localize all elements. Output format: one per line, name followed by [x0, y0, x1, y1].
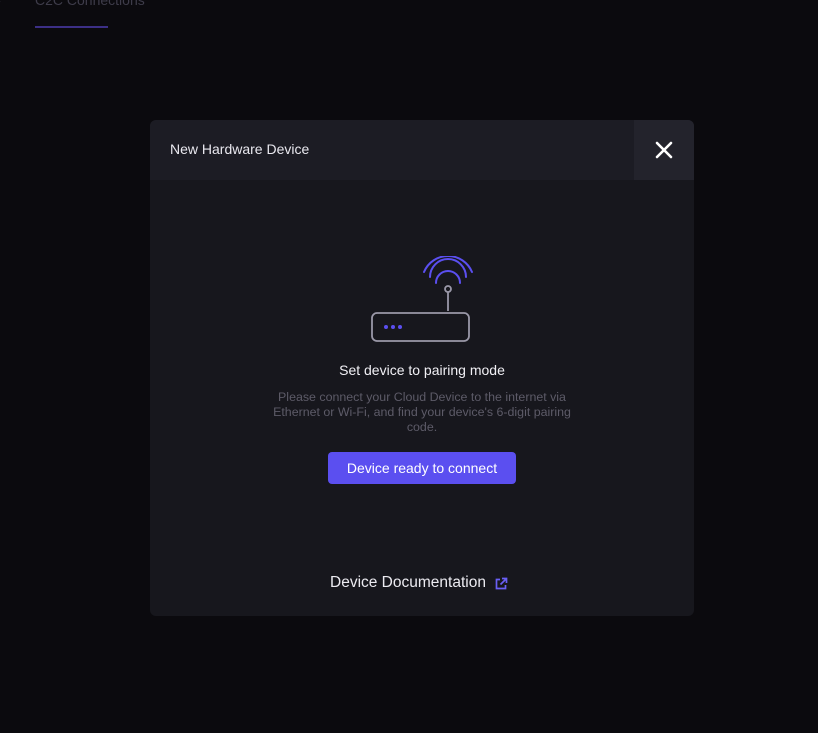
pairing-description: Please connect your Cloud Device to the … — [273, 390, 571, 434]
tab-c2c-connections[interactable]: C2C Connections — [35, 0, 145, 8]
device-documentation-link[interactable]: Device Documentation — [330, 574, 508, 592]
router-wifi-icon — [371, 256, 473, 342]
device-ready-button[interactable]: Device ready to connect — [328, 452, 516, 484]
chevron-left-icon: ‹ — [0, 0, 1, 6]
active-tab-indicator — [35, 26, 108, 28]
external-link-icon — [495, 577, 508, 589]
modal-title: New Hardware Device — [170, 141, 310, 157]
pairing-heading: Set device to pairing mode — [339, 362, 505, 378]
new-hardware-device-modal: New Hardware Device Set device to pairin… — [150, 120, 694, 616]
modal-header: New Hardware Device — [150, 120, 694, 180]
doc-link-label: Device Documentation — [330, 574, 486, 591]
close-button[interactable] — [634, 120, 694, 180]
close-icon — [655, 141, 673, 159]
page: ‹ C2C Connections New Hardware Device Se… — [0, 0, 818, 733]
